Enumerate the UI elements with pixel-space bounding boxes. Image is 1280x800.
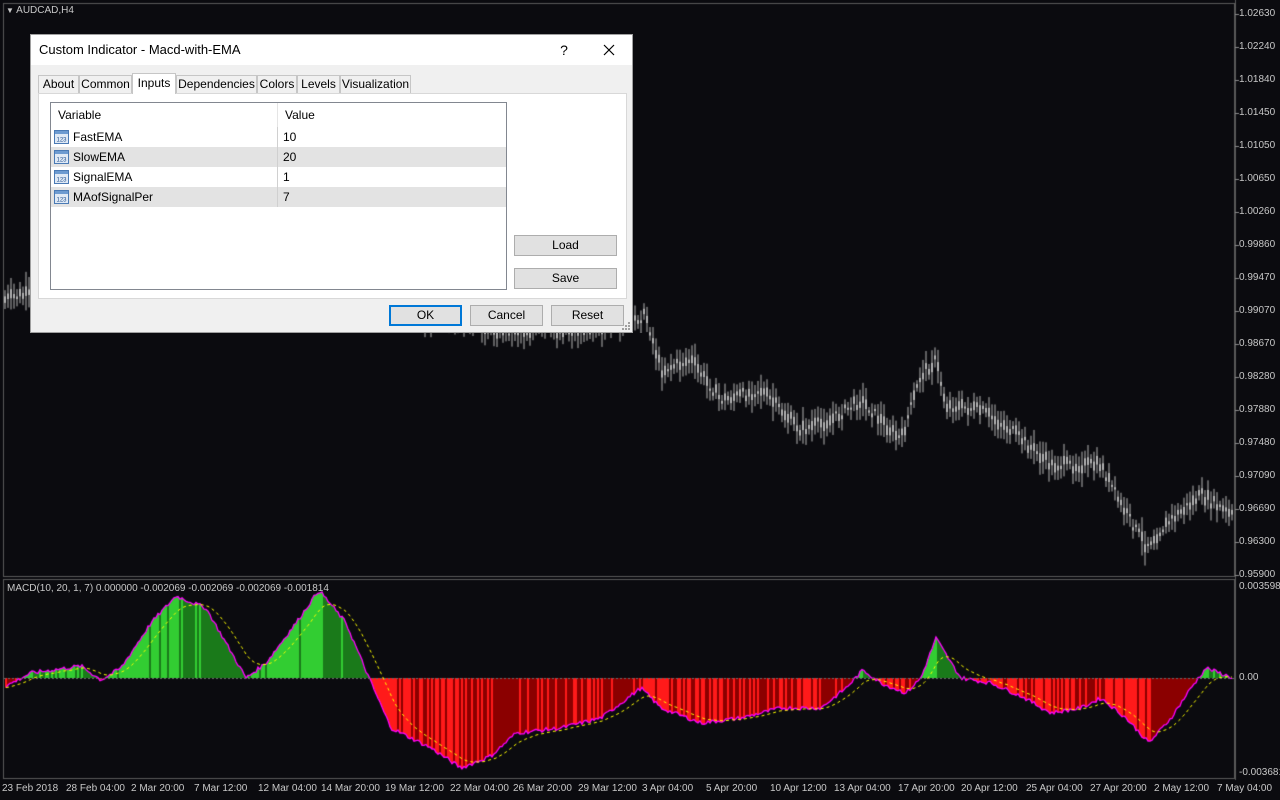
time-tick-label: 14 Mar 20:00 [321, 783, 380, 794]
tab-common[interactable]: Common [79, 75, 132, 93]
numeric-123-icon: 123 [54, 150, 69, 164]
price-tick-label: 1.01840 [1239, 74, 1276, 85]
resize-grip-icon[interactable] [622, 322, 630, 330]
dialog-titlebar[interactable]: Custom Indicator - Macd-with-EMA ? [31, 35, 632, 65]
inputs-panel: Variable Value 123 FastEMA 10 123 SlowEM… [38, 93, 627, 299]
time-tick-label: 25 Apr 04:00 [1026, 783, 1083, 794]
price-tick-label: 0.98670 [1239, 338, 1276, 349]
input-row-maofsignalper[interactable]: 123 MAofSignalPer 7 [51, 187, 506, 207]
ok-button[interactable]: OK [389, 305, 462, 326]
time-tick-label: 27 Apr 20:00 [1090, 783, 1147, 794]
time-tick-label: 12 Mar 04:00 [258, 783, 317, 794]
dialog-title: Custom Indicator - Macd-with-EMA [39, 42, 241, 57]
time-tick-label: 10 Apr 12:00 [770, 783, 827, 794]
variable-name: SignalEMA [73, 170, 133, 184]
help-button[interactable]: ? [553, 39, 575, 61]
time-tick-label: 19 Mar 12:00 [385, 783, 444, 794]
variable-value[interactable]: 10 [283, 127, 296, 147]
price-tick-label: 1.01450 [1239, 107, 1276, 118]
chart-symbol-label: ▼ AUDCAD,H4 [6, 5, 74, 16]
time-tick-label: 2 May 12:00 [1154, 783, 1210, 794]
variable-name: SlowEMA [73, 150, 126, 164]
input-row-slowema[interactable]: 123 SlowEMA 20 [51, 147, 506, 167]
time-tick-label: 23 Feb 2018 [2, 783, 59, 794]
time-tick-label: 2 Mar 20:00 [131, 783, 185, 794]
time-tick-label: 17 Apr 20:00 [898, 783, 955, 794]
price-tick-label: 0.99470 [1239, 272, 1276, 283]
inputs-grid: Variable Value 123 FastEMA 10 123 SlowEM… [50, 102, 507, 290]
variable-name: MAofSignalPer [73, 190, 154, 204]
numeric-123-icon: 123 [54, 190, 69, 204]
tab-about[interactable]: About [38, 75, 79, 93]
svg-text:123: 123 [56, 138, 67, 144]
price-tick-label: 0.97090 [1239, 470, 1276, 481]
column-header-value[interactable]: Value [278, 103, 506, 127]
price-tick-label: 0.98280 [1239, 371, 1276, 382]
price-tick-label: 0.99860 [1239, 239, 1276, 250]
variable-value[interactable]: 7 [283, 187, 290, 207]
price-tick-label: 0.96300 [1239, 536, 1276, 547]
time-tick-label: 5 Apr 20:00 [706, 783, 758, 794]
input-row-fastema[interactable]: 123 FastEMA 10 [51, 127, 506, 147]
variable-name: FastEMA [73, 130, 123, 144]
time-tick-label: 20 Apr 12:00 [961, 783, 1018, 794]
indicator-label: MACD(10, 20, 1, 7) 0.000000 -0.002069 -0… [7, 583, 329, 594]
price-tick-label: 0.97880 [1239, 404, 1276, 415]
close-icon[interactable] [597, 38, 621, 62]
tab-colors[interactable]: Colors [257, 75, 297, 93]
custom-indicator-dialog: Custom Indicator - Macd-with-EMA ? About… [30, 34, 633, 333]
price-tick-label: 0.97480 [1239, 437, 1276, 448]
price-tick-label: 0.99070 [1239, 305, 1276, 316]
reset-button[interactable]: Reset [551, 305, 624, 326]
svg-text:123: 123 [56, 178, 67, 184]
price-tick-label: 0.96690 [1239, 503, 1276, 514]
time-tick-label: 3 Apr 04:00 [642, 783, 694, 794]
variable-value[interactable]: 1 [283, 167, 290, 187]
price-tick-label: 1.00650 [1239, 173, 1276, 184]
save-button[interactable]: Save [514, 268, 617, 289]
cancel-button[interactable]: Cancel [470, 305, 543, 326]
grid-header: Variable Value [51, 103, 506, 127]
time-tick-label: 7 Mar 12:00 [194, 783, 248, 794]
price-tick-label: 1.01050 [1239, 140, 1276, 151]
indicator-tick-label: 0.00 [1239, 672, 1259, 683]
time-tick-label: 13 Apr 04:00 [834, 783, 891, 794]
window-menu-arrow-icon[interactable]: ▼ [6, 6, 14, 15]
price-tick-label: 0.95900 [1239, 569, 1276, 580]
price-tick-label: 1.02630 [1239, 8, 1276, 19]
tab-inputs[interactable]: Inputs [132, 73, 176, 94]
time-tick-label: 28 Feb 04:00 [66, 783, 125, 794]
time-tick-label: 7 May 04:00 [1217, 783, 1273, 794]
price-tick-label: 1.00260 [1239, 206, 1276, 217]
load-button[interactable]: Load [514, 235, 617, 256]
indicator-tick-label: -0.003681 [1239, 767, 1280, 778]
price-tick-label: 1.02240 [1239, 41, 1276, 52]
tab-dependencies[interactable]: Dependencies [176, 75, 257, 93]
column-header-variable[interactable]: Variable [51, 103, 277, 127]
svg-text:123: 123 [56, 158, 67, 164]
tab-visualization[interactable]: Visualization [340, 75, 411, 93]
time-tick-label: 22 Mar 04:00 [450, 783, 509, 794]
variable-value[interactable]: 20 [283, 147, 296, 167]
numeric-123-icon: 123 [54, 130, 69, 144]
time-tick-label: 29 Mar 12:00 [578, 783, 637, 794]
svg-text:123: 123 [56, 198, 67, 204]
time-tick-label: 26 Mar 20:00 [513, 783, 572, 794]
numeric-123-icon: 123 [54, 170, 69, 184]
indicator-tick-label: 0.003598 [1239, 581, 1280, 592]
input-row-signalema[interactable]: 123 SignalEMA 1 [51, 167, 506, 187]
tab-levels[interactable]: Levels [297, 75, 340, 93]
